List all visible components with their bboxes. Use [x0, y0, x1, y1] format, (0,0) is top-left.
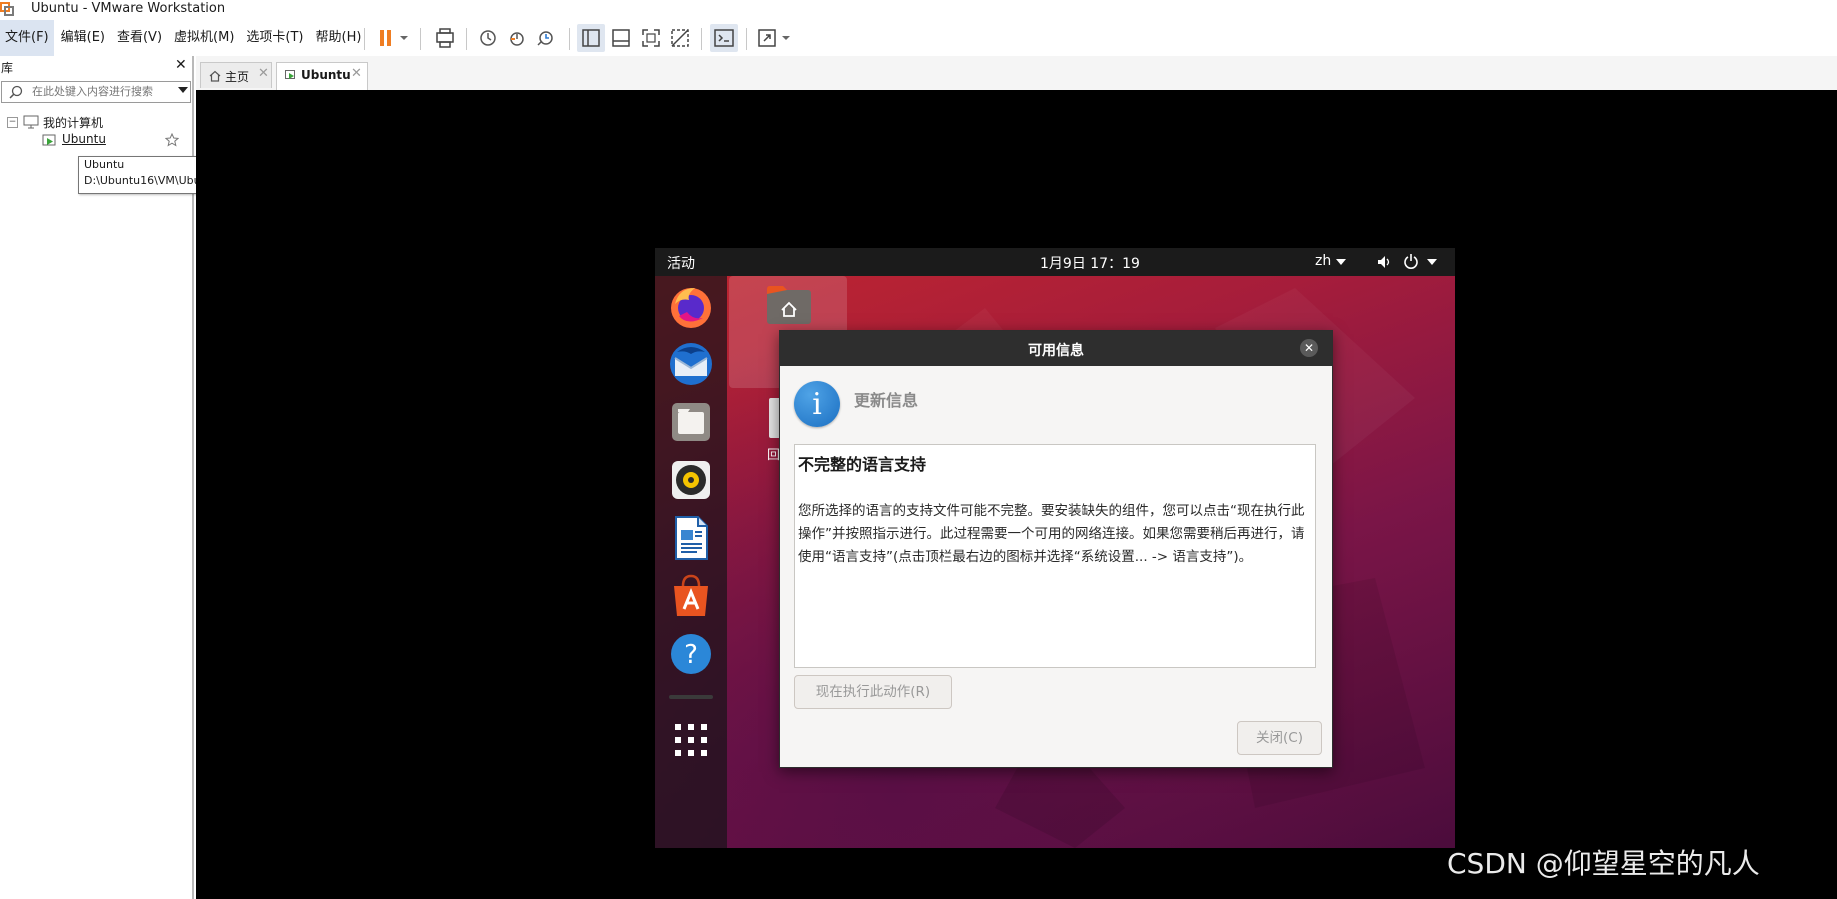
ubuntu-dock: ? [655, 276, 727, 848]
thunderbird-icon[interactable] [667, 340, 715, 388]
favorite-star-icon[interactable] [165, 133, 179, 147]
tab-bar: 主页 ✕ Ubuntu ✕ [196, 56, 1837, 91]
tab-home[interactable]: 主页 ✕ [200, 62, 272, 88]
files-icon[interactable] [667, 398, 715, 446]
tree-item-ubuntu[interactable]: Ubuntu [62, 132, 106, 146]
menu-help[interactable]: 帮助(H) [311, 20, 367, 56]
window-titlebar: Ubuntu - VMware Workstation [0, 0, 1837, 20]
chevron-down-icon[interactable] [178, 87, 188, 93]
library-title: 库 [1, 61, 14, 75]
show-library-icon[interactable] [580, 27, 602, 49]
library-search-box[interactable] [1, 81, 191, 103]
svg-text:?: ? [684, 640, 698, 670]
autofit-icon[interactable] [756, 27, 778, 49]
toolbar-separator [746, 28, 747, 50]
snapshot-manager-icon[interactable] [535, 27, 557, 49]
vm-icon [42, 134, 56, 146]
menu-toolbar: 文件(F) 编辑(E) 查看(V) 虚拟机(M) 选项卡(T) 帮助(H) [0, 20, 1837, 56]
menu-edit[interactable]: 编辑(E) [56, 20, 110, 56]
snapshot-revert-icon[interactable] [506, 27, 528, 49]
input-method-indicator[interactable]: zh [1315, 253, 1331, 269]
help-icon[interactable]: ? [667, 630, 715, 678]
rhythmbox-icon[interactable] [667, 456, 715, 504]
close-button[interactable]: 关闭(C) [1237, 721, 1322, 755]
search-icon [9, 85, 23, 99]
tab-home-label: 主页 [225, 70, 250, 84]
menu-file[interactable]: 文件(F) [0, 20, 54, 56]
home-folder-icon [767, 286, 811, 324]
tree-root-my-computer[interactable]: 我的计算机 [43, 114, 103, 131]
close-icon[interactable]: ✕ [1300, 339, 1318, 357]
toolbar-separator [364, 28, 365, 50]
libreoffice-writer-icon[interactable] [667, 514, 715, 562]
dock-trash-hint [669, 695, 713, 699]
menu-tabs[interactable]: 选项卡(T) [241, 20, 308, 56]
library-close-icon[interactable]: ✕ [175, 57, 187, 73]
chevron-down-icon[interactable] [1336, 259, 1346, 265]
tab-home-close-icon[interactable]: ✕ [258, 66, 269, 81]
message-body: 您所选择的语言的支持文件可能不完整。要安装缺失的组件，您可以点击“现在执行此操作… [798, 503, 1305, 565]
send-ctrl-alt-del-icon[interactable] [434, 27, 456, 49]
unity-mode-icon[interactable] [669, 27, 691, 49]
tab-ubuntu[interactable]: Ubuntu ✕ [276, 62, 368, 90]
firefox-icon[interactable] [667, 282, 715, 330]
tab-ubuntu-label: Ubuntu [301, 68, 351, 82]
dialog-title: 可用信息 [1028, 343, 1084, 359]
toolbar-separator [466, 28, 467, 50]
power-dropdown-icon[interactable] [398, 27, 410, 49]
library-header: 库 ✕ [0, 56, 192, 78]
toolbar-separator [701, 28, 702, 50]
info-icon: i [794, 381, 840, 427]
apply-now-button[interactable]: 现在执行此动作(R) [794, 675, 952, 709]
available-information-dialog: 可用信息 ✕ i 更新信息 不完整的语言支持 您所选择的语言的支持文件可能不完整… [779, 330, 1333, 768]
fullscreen-icon[interactable] [640, 27, 662, 49]
power-icon[interactable] [1403, 253, 1419, 269]
show-thumbnail-bar-icon[interactable] [610, 27, 632, 49]
pause-icon[interactable] [376, 27, 398, 49]
ubuntu-guest-screen[interactable]: 活动 1月9日 17：19 zh ? 回 可用信息 ✕ i 更新信息 不完整的语… [655, 248, 1455, 848]
tree-collapse-toggle[interactable]: − [7, 117, 18, 128]
computer-icon [23, 115, 39, 129]
library-search-input[interactable] [32, 83, 170, 99]
view-dropdown-icon[interactable] [780, 27, 792, 49]
message-heading: 不完整的语言支持 [798, 455, 927, 474]
show-applications-grid-icon[interactable] [673, 722, 709, 758]
dialog-subtitle: 更新信息 [854, 391, 919, 410]
dialog-header: 可用信息 ✕ [780, 331, 1332, 366]
ubuntu-software-icon[interactable] [667, 572, 715, 620]
snapshot-take-icon[interactable] [477, 27, 499, 49]
menu-vm[interactable]: 虚拟机(M) [169, 20, 239, 56]
toolbar-separator [569, 28, 570, 50]
tab-ubuntu-close-icon[interactable]: ✕ [351, 66, 362, 81]
volume-icon[interactable] [1376, 254, 1392, 270]
window-title: Ubuntu - VMware Workstation [31, 1, 226, 16]
gnome-top-bar: 活动 1月9日 17：19 zh [655, 248, 1455, 276]
message-text-area[interactable]: 不完整的语言支持 您所选择的语言的支持文件可能不完整。要安装缺失的组件，您可以点… [794, 444, 1316, 668]
activities-button[interactable]: 活动 [667, 253, 695, 273]
system-menu-chevron-icon[interactable] [1427, 259, 1437, 265]
toolbar-separator [420, 28, 421, 50]
clock[interactable]: 1月9日 17：19 [1040, 253, 1140, 273]
home-icon [209, 70, 221, 82]
watermark: CSDN @仰望星空的凡人 [1447, 847, 1760, 880]
vmware-logo-icon [0, 2, 14, 16]
menu-view[interactable]: 查看(V) [112, 20, 167, 56]
vm-tab-icon [285, 70, 295, 79]
console-view-icon[interactable] [713, 27, 735, 49]
